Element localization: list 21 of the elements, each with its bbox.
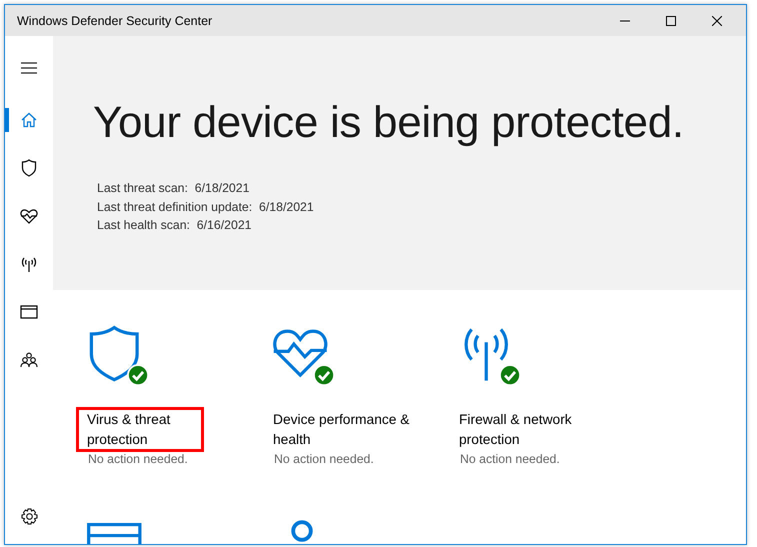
home-icon [21,112,37,128]
heart-icon [20,208,38,224]
window-title: Windows Defender Security Center [16,14,214,28]
antenna-icon [20,255,38,273]
people-icon [20,352,38,368]
status-heading: Your device is being protected. [93,98,685,148]
maximize-icon [666,16,676,26]
tile-title[interactable]: Device performance & health [262,407,434,452]
close-icon [712,16,722,26]
tile-status: No action needed. [459,452,560,466]
scan-info: Last threat definition update: 6/18/2021 [97,198,315,216]
menu-icon [21,62,37,74]
tile-title[interactable]: Virus & threat protection [76,407,204,452]
browser-window-icon [20,305,38,319]
tile-title[interactable]: Firewall & network protection [448,407,620,452]
scan-info: Last threat scan: 6/18/2021 [97,180,250,197]
tile-status: No action needed. [87,452,188,466]
scan-info: Last health scan: 6/16/2021 [97,217,253,234]
settings-icon [20,508,38,524]
shield-icon [21,159,37,177]
tile-status: No action needed. [273,452,374,466]
